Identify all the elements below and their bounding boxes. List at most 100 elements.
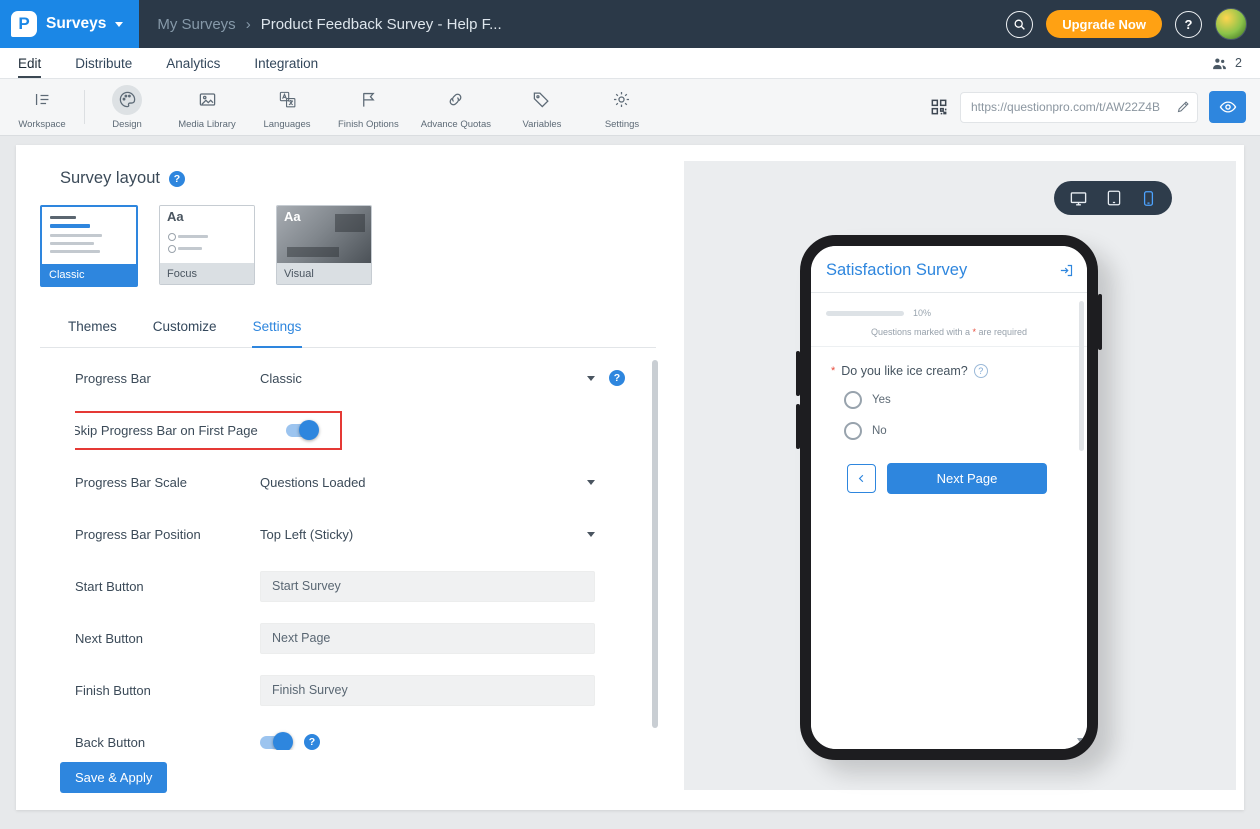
toolbar-item-finish-options[interactable]: Finish Options bbox=[327, 79, 410, 135]
progress-bar-position-select[interactable]: Top Left (Sticky) bbox=[260, 527, 595, 542]
skip-progress-toggle[interactable] bbox=[286, 424, 316, 437]
chevron-down-icon bbox=[587, 376, 595, 381]
exit-survey-icon[interactable] bbox=[1059, 263, 1074, 278]
design-subtabs: Themes Customize Settings bbox=[40, 319, 656, 348]
field-label: Start Button bbox=[75, 579, 260, 594]
save-apply-button[interactable]: Save & Apply bbox=[60, 762, 167, 793]
preview-question-block: * Do you like ice cream? ? Yes No bbox=[811, 347, 1087, 440]
preview-required-note: Questions marked with a * are required bbox=[826, 327, 1072, 337]
tab-settings[interactable]: Settings bbox=[252, 319, 303, 348]
progress-bar-help-icon[interactable]: ? bbox=[609, 370, 625, 386]
toolbar-item-variables[interactable]: Variables bbox=[502, 79, 582, 135]
toolbar-item-label: Settings bbox=[605, 119, 639, 130]
user-avatar[interactable] bbox=[1215, 8, 1247, 40]
back-button-toggle[interactable] bbox=[260, 736, 290, 749]
collaborators[interactable]: 2 bbox=[1211, 48, 1242, 78]
next-button-input[interactable] bbox=[260, 623, 595, 654]
radio-icon[interactable] bbox=[844, 422, 862, 440]
tablet-preview-button[interactable] bbox=[1105, 189, 1123, 207]
classic-thumbnail bbox=[42, 207, 136, 264]
collaborators-count: 2 bbox=[1235, 56, 1242, 70]
preview-progress-percent: 10% bbox=[913, 308, 931, 318]
breadcrumb-my-surveys[interactable]: My Surveys bbox=[157, 16, 235, 33]
breadcrumb-separator: › bbox=[246, 16, 251, 33]
question-help-icon[interactable]: ? bbox=[974, 364, 988, 378]
preview-progress-section: 10% Questions marked with a * are requir… bbox=[811, 293, 1087, 347]
tab-integration[interactable]: Integration bbox=[254, 48, 318, 78]
search-button[interactable] bbox=[1006, 11, 1033, 38]
visual-thumbnail: Aa bbox=[277, 206, 371, 263]
progress-bar-scale-select[interactable]: Questions Loaded bbox=[260, 475, 595, 490]
toolbar-item-advance-quotas[interactable]: Advance Quotas bbox=[410, 79, 502, 135]
required-note-suffix: are required bbox=[979, 327, 1028, 337]
mobile-preview-button[interactable] bbox=[1140, 190, 1157, 207]
start-button-input[interactable] bbox=[260, 571, 595, 602]
breadcrumb-current-survey[interactable]: Product Feedback Survey - Help F... bbox=[261, 16, 502, 33]
progress-bar-row: Progress Bar Classic ? bbox=[75, 352, 656, 404]
focus-thumbnail: Aa bbox=[160, 206, 254, 263]
eye-icon bbox=[1219, 98, 1237, 116]
toolbar-item-design[interactable]: Design bbox=[87, 79, 167, 135]
qr-code-button[interactable] bbox=[929, 97, 949, 117]
questionpro-logo-icon: P bbox=[11, 11, 37, 37]
progress-bar-select[interactable]: Classic bbox=[260, 371, 595, 386]
qr-code-icon bbox=[929, 97, 949, 117]
preview-next-page-button[interactable]: Next Page bbox=[887, 463, 1047, 494]
survey-layout-help-icon[interactable]: ? bbox=[169, 171, 185, 187]
desktop-preview-button[interactable] bbox=[1069, 189, 1088, 208]
toolbar-item-media-library[interactable]: Media Library bbox=[167, 79, 247, 135]
tab-distribute[interactable]: Distribute bbox=[75, 48, 132, 78]
preview-back-button[interactable] bbox=[847, 464, 876, 493]
scroll-down-arrow-icon[interactable] bbox=[1077, 738, 1085, 744]
progress-bar-scale-row: Progress Bar Scale Questions Loaded bbox=[75, 456, 656, 508]
survey-url-input[interactable] bbox=[960, 92, 1198, 123]
tab-edit[interactable]: Edit bbox=[18, 48, 41, 78]
option-yes[interactable]: Yes bbox=[844, 391, 1069, 409]
product-switcher[interactable]: P Surveys bbox=[0, 0, 139, 48]
survey-url-field bbox=[960, 92, 1198, 123]
toggle-knob bbox=[273, 732, 293, 750]
preview-progress-track bbox=[826, 311, 904, 316]
preview-footer: Next Page bbox=[811, 453, 1087, 494]
preview-survey-header: Satisfaction Survey bbox=[811, 246, 1087, 293]
back-button-help-icon[interactable]: ? bbox=[304, 734, 320, 750]
toolbar-item-workspace[interactable]: Workspace bbox=[2, 79, 82, 135]
layout-card-focus[interactable]: Aa Focus bbox=[159, 205, 255, 285]
layout-card-label: Classic bbox=[42, 264, 136, 285]
finish-button-input[interactable] bbox=[260, 675, 595, 706]
languages-icon bbox=[278, 90, 297, 109]
toolbar-item-languages[interactable]: Languages bbox=[247, 79, 327, 135]
toolbar-item-label: Variables bbox=[523, 119, 562, 130]
chevron-down-icon bbox=[587, 480, 595, 485]
field-label: Progress Bar Scale bbox=[75, 475, 260, 490]
toolbar-item-label: Workspace bbox=[18, 119, 65, 130]
media-library-icon bbox=[198, 90, 217, 109]
app-header: P Surveys My Surveys › Product Feedback … bbox=[0, 0, 1260, 48]
help-button[interactable]: ? bbox=[1175, 11, 1202, 38]
settings-scrollbar[interactable] bbox=[652, 360, 658, 728]
phone-screen: Satisfaction Survey 10% Questions marked… bbox=[811, 246, 1087, 749]
tab-analytics[interactable]: Analytics bbox=[166, 48, 220, 78]
tab-themes[interactable]: Themes bbox=[67, 319, 118, 348]
layout-card-classic[interactable]: Classic bbox=[40, 205, 138, 287]
scrollbar-thumb[interactable] bbox=[1079, 301, 1084, 451]
radio-icon[interactable] bbox=[844, 391, 862, 409]
preview-eye-button[interactable] bbox=[1209, 91, 1246, 123]
preview-area: Satisfaction Survey 10% Questions marked… bbox=[684, 161, 1236, 790]
edit-url-pencil-icon[interactable] bbox=[1176, 99, 1191, 114]
layout-card-visual[interactable]: Aa Visual bbox=[276, 205, 372, 285]
tab-customize[interactable]: Customize bbox=[152, 319, 218, 348]
workspace-icon bbox=[33, 90, 52, 109]
preview-scrollbar[interactable] bbox=[1077, 301, 1085, 744]
header-actions: Upgrade Now ? bbox=[1006, 8, 1260, 40]
toolbar-item-label: Design bbox=[112, 119, 142, 130]
option-no[interactable]: No bbox=[844, 422, 1069, 440]
field-label: Back Button bbox=[75, 735, 260, 750]
search-icon bbox=[1013, 18, 1026, 31]
edit-toolbar: Workspace Design Media Library Languages… bbox=[0, 79, 1260, 136]
toolbar-right bbox=[929, 91, 1246, 123]
layout-card-label: Visual bbox=[277, 263, 371, 284]
upgrade-now-button[interactable]: Upgrade Now bbox=[1046, 10, 1162, 38]
breadcrumb: My Surveys › Product Feedback Survey - H… bbox=[157, 16, 501, 33]
toolbar-item-settings[interactable]: Settings bbox=[582, 79, 662, 135]
